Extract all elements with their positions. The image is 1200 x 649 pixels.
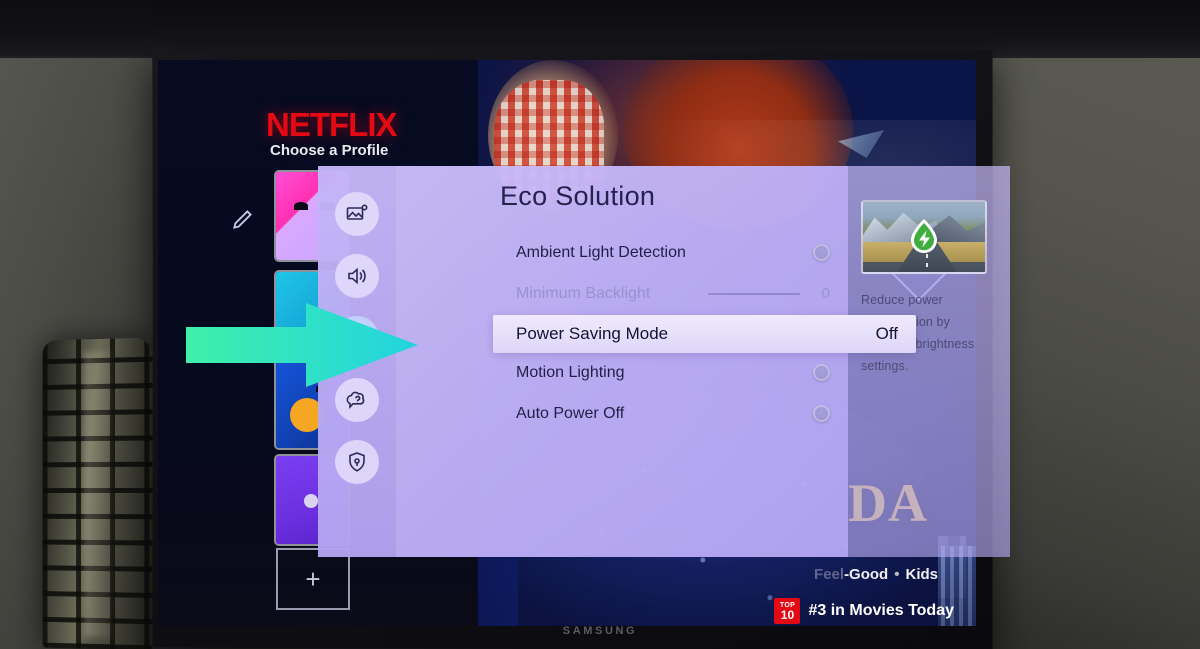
netflix-subtitle: Choose a Profile (270, 142, 389, 159)
setting-row-auto-power-off[interactable]: Auto Power Off (396, 393, 848, 434)
top10-badge: TOP 10 (774, 598, 801, 624)
row-label: Power Saving Mode (516, 324, 669, 343)
screenshot-root: 0 DA Feel-Good•Kids TOP 10 #3 in Movies … (0, 0, 1200, 649)
netflix-logo: NETFLIX (266, 106, 397, 143)
eco-leaf-bolt-icon (911, 219, 937, 253)
eco-preview-thumbnail (861, 200, 987, 274)
add-profile-button[interactable]: + (276, 548, 350, 610)
tag-separator: • (894, 566, 900, 583)
movie-tag-hidden: Feel (814, 566, 845, 583)
settings-info-panel: Reduce power consumption by adjusting br… (848, 166, 1010, 557)
ceiling-shadow (0, 0, 1200, 58)
movie-tags: Feel-Good • Kids (814, 566, 938, 583)
movie-tag-good: -Good (844, 566, 889, 583)
samsung-brand-logo: SAMSUNG (562, 625, 638, 637)
row-value: 0 (821, 285, 830, 302)
setting-row-power-saving-mode[interactable]: Power Saving Mode Off (493, 315, 916, 353)
setting-row-minimum-backlight: Minimum Backlight 0 (396, 273, 848, 314)
toggle-switch-off[interactable] (813, 364, 830, 381)
setting-row-ambient-light-detection[interactable]: Ambient Light Detection (396, 232, 848, 273)
settings-menu-overlay: Eco Solution Ambient Light Detection Min… (318, 166, 1010, 557)
row-label: Auto Power Off (516, 404, 625, 422)
settings-main-panel: Eco Solution Ambient Light Detection Min… (396, 166, 916, 557)
toggle-switch-off[interactable] (813, 405, 830, 422)
backlight-slider[interactable] (707, 292, 800, 295)
setting-row-motion-lighting[interactable]: Motion Lighting (396, 352, 848, 393)
row-label: Ambient Light Detection (516, 243, 686, 261)
wall-right (982, 0, 1200, 649)
top10-badge-number: 10 (780, 607, 795, 622)
sidebar-item-privacy[interactable] (335, 440, 379, 484)
row-label: Motion Lighting (516, 363, 625, 381)
movie-tag-kids: Kids (905, 566, 938, 583)
movie-rank-text: #3 in Movies Today (808, 602, 954, 619)
row-label: Minimum Backlight (516, 284, 651, 302)
right-arrow-annotation (186, 303, 418, 387)
wall-left-top-shadow (0, 0, 152, 56)
edit-profiles-pencil-icon[interactable] (230, 206, 256, 232)
sidebar-item-sound[interactable] (335, 254, 379, 298)
top10-row: TOP 10 #3 in Movies Today (774, 598, 954, 624)
toggle-switch-off[interactable] (813, 244, 830, 261)
row-value: Off (875, 324, 898, 343)
page-title: Eco Solution (500, 181, 656, 211)
sidebar-item-picture[interactable] (335, 192, 379, 236)
decorative-vase (42, 337, 153, 649)
